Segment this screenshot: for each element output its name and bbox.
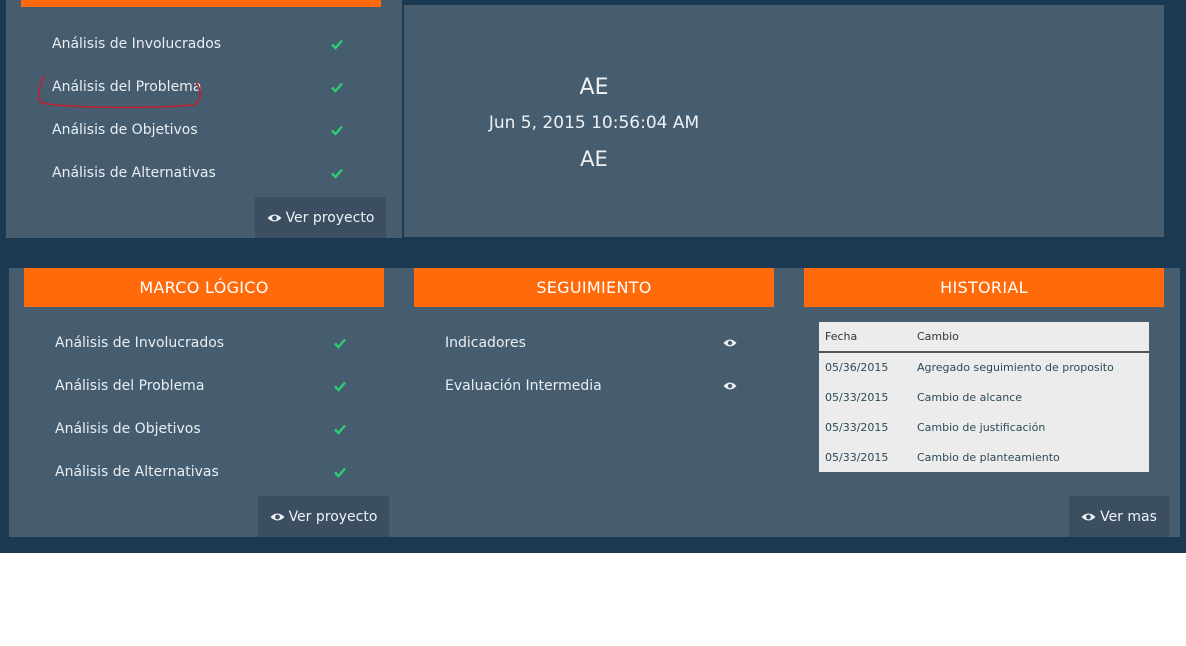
dashboard: Análisis de Involucrados Análisis del Pr… [0,0,1186,646]
table-row-fecha: 05/33/2015 [825,421,889,434]
ml-item-objetivos[interactable]: Análisis de Objetivos [55,421,201,437]
ver-mas-button[interactable]: Ver mas [1069,496,1169,537]
top-item-alternativas[interactable]: Análisis de Alternativas [52,165,216,181]
ver-proyecto-button-marco[interactable]: Ver proyecto [258,496,389,537]
owner-initials-2: AE [580,147,608,171]
check-icon [331,168,343,179]
ml-item-alternativas[interactable]: Análisis de Alternativas [55,464,219,480]
owner-initials: AE [579,75,609,100]
ver-mas-label: Ver mas [1100,508,1157,525]
historial-header: HISTORIAL [804,268,1164,307]
marco-logico-header: MARCO LÓGICO [24,268,384,307]
table-row-cambio: Agregado seguimiento de proposito [917,361,1114,374]
ver-proyecto-label: Ver proyecto [288,508,378,525]
table-row-fecha: 05/33/2015 [825,391,889,404]
check-icon [334,467,346,478]
top-left-card-header [21,0,381,7]
eye-icon [270,513,285,520]
check-icon [331,125,343,136]
check-icon [334,424,346,435]
eye-icon[interactable] [723,381,737,391]
seguimiento-header: SEGUIMIENTO [414,268,774,307]
table-row-fecha: 05/36/2015 [825,361,889,374]
eye-icon [267,214,282,221]
table-row-cambio: Cambio de planteamiento [917,451,1060,464]
column-header-fecha: Fecha [825,330,858,343]
eye-icon [1081,513,1096,520]
check-icon [334,381,346,392]
historial-table-header: Fecha Cambio [819,322,1149,353]
seg-item-indicadores[interactable]: Indicadores [445,335,526,351]
top-item-involucrados[interactable]: Análisis de Involucrados [52,36,221,52]
ml-item-involucrados[interactable]: Análisis de Involucrados [55,335,224,351]
check-icon [331,39,343,50]
check-icon [334,338,346,349]
table-row-cambio: Cambio de alcance [917,391,1023,404]
ver-proyecto-label: Ver proyecto [285,209,375,226]
table-row-fecha: 05/33/2015 [825,451,889,464]
check-icon [331,82,343,93]
timestamp: Jun 5, 2015 10:56:04 AM [488,113,700,133]
seg-item-evaluacion[interactable]: Evaluación Intermedia [445,378,602,394]
top-item-objetivos[interactable]: Análisis de Objetivos [52,122,198,138]
ver-proyecto-button-top[interactable]: Ver proyecto [255,197,386,238]
column-header-cambio: Cambio [917,330,959,343]
eye-icon[interactable] [723,338,737,348]
table-row-cambio: Cambio de justificación [917,421,1046,434]
historial-table: Fecha Cambio 05/36/2015 Agregado seguimi… [819,322,1149,472]
ml-item-problema[interactable]: Análisis del Problema [55,378,204,394]
top-item-problema[interactable]: Análisis del Problema [52,79,201,95]
